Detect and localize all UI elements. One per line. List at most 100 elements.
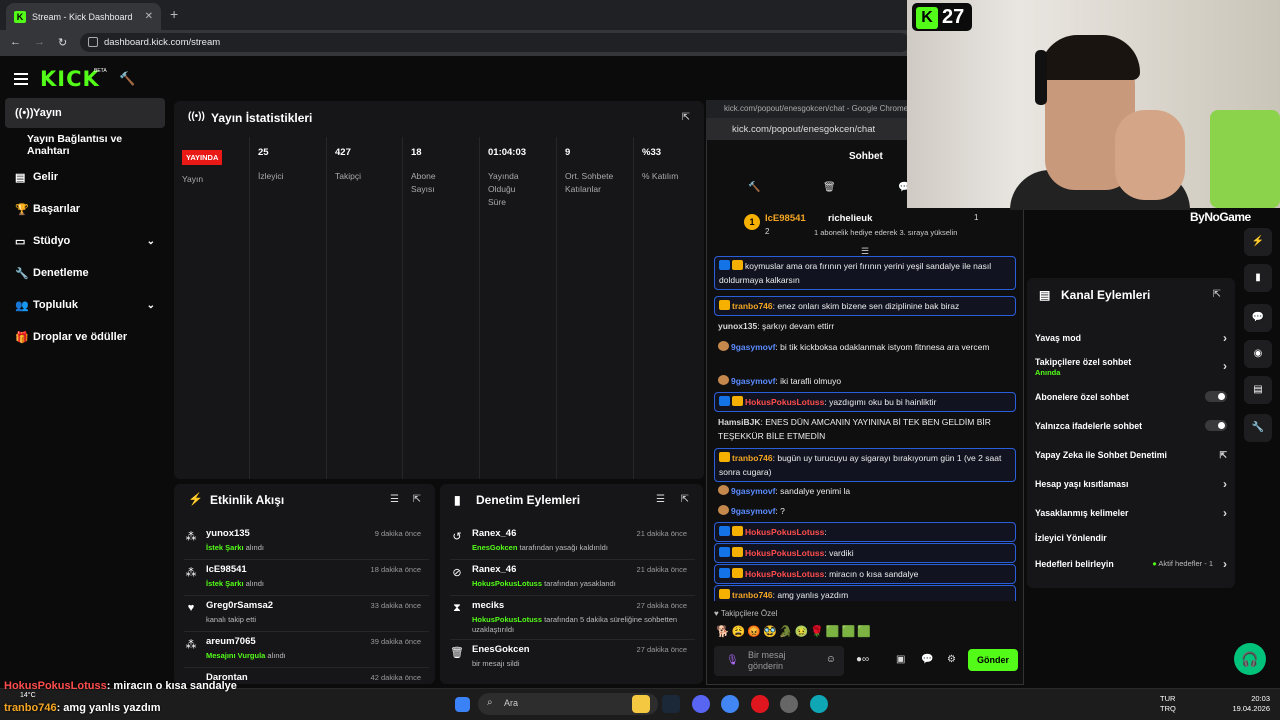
sidebar-item-topluluk[interactable]: 👥 Topluluk ⌄ <box>5 290 165 320</box>
discord-icon[interactable] <box>692 695 710 713</box>
layout-icon[interactable]: ▤ <box>1244 376 1272 404</box>
chat-icon[interactable]: 💬 <box>921 654 933 665</box>
emote-only-toggle[interactable] <box>1205 420 1227 431</box>
flash-icon[interactable]: ⚡ <box>1244 228 1272 256</box>
sidebar-item-studyo[interactable]: ▭ Stüdyo ⌄ <box>5 226 165 256</box>
mic-icon[interactable]: 🎙 <box>726 655 739 666</box>
chat-message[interactable]: HokusPokusLotuss: miracın o kısa sandaly… <box>714 564 1016 584</box>
mod-hammer-icon[interactable]: 🔨 <box>748 182 760 193</box>
chat-icon[interactable]: 💬 <box>1244 304 1272 332</box>
list-item[interactable]: ↺ Ranex_46 EnesGokcen tarafından yasağı … <box>450 524 695 559</box>
goals-row[interactable]: Hedefleri belirleyin ● Aktif hedefler - 1… <box>1035 557 1227 571</box>
emote-only-row[interactable]: Yalnızca ifadelerle sohbet <box>1035 420 1227 431</box>
banned-words-row[interactable]: Yasaklanmış kelimeler › <box>1035 506 1227 520</box>
browser-tab[interactable]: K Stream - Kick Dashboard ✕ <box>6 3 161 30</box>
sidebar-item-yayin[interactable]: ((•)) Yayın <box>5 98 165 128</box>
site-info-icon[interactable] <box>88 37 98 47</box>
reload-icon[interactable]: ↻ <box>58 36 67 49</box>
chat-message[interactable]: HokusPokusLotuss: <box>714 522 1016 542</box>
language-indicator[interactable]: TUR TRQ <box>1160 694 1176 714</box>
chat-username[interactable]: 9gasymovf <box>731 342 775 352</box>
tab-sohbet[interactable]: Sohbet <box>849 151 883 162</box>
broadcast-icon[interactable]: ◉ <box>1244 340 1272 368</box>
close-tab-icon[interactable]: ✕ <box>145 11 153 22</box>
chat-message[interactable]: HokusPokusLotuss: vardiki <box>714 543 1016 563</box>
sidebar-item-stream-key[interactable]: Yayın Bağlantısı ve Anahtarı <box>5 130 165 160</box>
sub-only-row[interactable]: Abonelere özel sohbet <box>1035 391 1227 402</box>
sub-only-toggle[interactable] <box>1205 391 1227 402</box>
expand-icon[interactable]: ⇱ <box>413 494 421 505</box>
slow-mode-row[interactable]: Yavaş mod › <box>1035 331 1227 345</box>
back-icon[interactable]: ← <box>10 36 21 48</box>
account-age-row[interactable]: Hesap yaşı kısıtlaması › <box>1035 477 1227 491</box>
steam-icon[interactable] <box>662 695 680 713</box>
file-explorer-icon[interactable] <box>632 695 650 713</box>
settings-dots-icon[interactable]: ●∞ <box>856 654 869 665</box>
sidebar-item-basarilar[interactable]: 🏆 Başarılar <box>5 194 165 224</box>
chat-message-input[interactable]: 🎙 Bir mesaj gönderin ☺ <box>714 646 844 676</box>
expand-icon[interactable]: ⇱ <box>681 494 689 505</box>
chat-username[interactable]: HokusPokusLotuss <box>745 397 824 407</box>
list-item[interactable]: ⁂ IcE98541 İstek Şarkı alındı 18 dakika … <box>184 560 429 595</box>
sidebar-item-denetleme[interactable]: 🔧 Denetleme <box>5 258 165 288</box>
chat-message[interactable]: koymuslar ama ora fırının yeri fırının y… <box>714 256 1016 290</box>
opera-gx-icon[interactable] <box>751 695 769 713</box>
tools-icon[interactable]: 🔨 <box>119 71 135 87</box>
gear-icon[interactable]: ⚙ <box>947 654 956 665</box>
sidebar-item-gelir[interactable]: ▤ Gelir <box>5 162 165 192</box>
chat-username[interactable]: 9gasymovf <box>731 506 775 516</box>
kick-logo[interactable]: KICK <box>40 67 100 91</box>
chat-message[interactable]: tranbo746: bugün uy turucuyu ay sigarayı… <box>714 448 1016 482</box>
send-button[interactable]: Gönder <box>968 649 1018 671</box>
chat-username[interactable]: HokusPokusLotuss <box>745 569 824 579</box>
leader-name[interactable]: IcE98541 <box>765 213 806 224</box>
document-icon[interactable]: ▮ <box>1244 264 1272 292</box>
trash-icon[interactable]: 🗑 <box>823 182 836 193</box>
expand-icon[interactable]: ⇱ <box>1213 289 1221 300</box>
weather-widget[interactable]: 14°C <box>20 692 36 699</box>
list-item[interactable]: ⁂ yunox135 İstek Şarkı alındı 9 dakika ö… <box>184 524 429 559</box>
taskbar-clock[interactable]: 20:03 19.04.2026 <box>1216 694 1270 714</box>
follower-only-row[interactable]: Takipçilere özel sohbet Anında › <box>1035 357 1227 377</box>
chat-username[interactable]: tranbo746 <box>732 590 773 600</box>
chat-username[interactable]: 9gasymovf <box>731 376 775 386</box>
chat-username[interactable]: tranbo746 <box>732 301 773 311</box>
expand-icon[interactable]: ⇱ <box>682 112 690 123</box>
app-icon[interactable] <box>780 695 798 713</box>
chat-username[interactable]: tranbo746 <box>732 453 773 463</box>
edge-icon[interactable] <box>810 695 828 713</box>
list-item[interactable]: ⊘ Ranex_46 HokusPokusLotuss tarafından y… <box>450 560 695 595</box>
chat-message[interactable]: 9gasymovf: ? <box>714 502 1016 520</box>
windows-start-icon[interactable] <box>455 697 470 712</box>
emoji-icon[interactable]: ☺ <box>826 654 836 665</box>
new-tab-icon[interactable]: + <box>170 6 178 22</box>
chat-message[interactable]: HokusPokusLotuss: yazdıgımı oku bu bi ha… <box>714 392 1016 412</box>
list-item[interactable]: ⁂ areum7065 Mesajını Vurgula alındı 39 d… <box>184 632 429 667</box>
leader-name-2[interactable]: richelieuk <box>828 213 872 224</box>
chat-username[interactable]: HokusPokusLotuss <box>745 527 824 537</box>
taskbar-search[interactable]: ⌕ Ara <box>478 693 658 715</box>
sidebar-item-droplar[interactable]: 🎁 Droplar ve ödüller <box>5 322 165 352</box>
ai-moderation-row[interactable]: Yapay Zeka ile Sohbet Denetimi ⇱ <box>1035 450 1227 460</box>
chat-message[interactable]: HamsiBJK: ENES DÜN AMCANIN YAYININA Bİ T… <box>714 413 1016 445</box>
forward-icon[interactable]: → <box>34 36 45 48</box>
url-input[interactable]: dashboard.kick.com/stream <box>80 33 910 52</box>
wrench-icon[interactable]: 🔧 <box>1244 414 1272 442</box>
chat-username[interactable]: HokusPokusLotuss <box>745 548 824 558</box>
chat-message[interactable]: tranbo746: amg yanlıs yazdım <box>714 585 1016 601</box>
filter-icon[interactable]: ☰ <box>390 494 399 505</box>
list-item[interactable]: ⧗ meciks HokusPokusLotuss tarafından 5 d… <box>450 596 695 640</box>
chat-username[interactable]: 9gasymovf <box>731 486 775 496</box>
filter-icon[interactable]: ☰ <box>656 494 665 505</box>
chrome-icon[interactable] <box>721 695 739 713</box>
chat-message[interactable]: tranbo746: enez onları skim bizene sen d… <box>714 296 1016 316</box>
list-item[interactable]: 🗑 EnesGokcen bir mesajı sildi 27 dakika … <box>450 640 695 675</box>
menu-icon[interactable] <box>14 73 28 88</box>
help-headset-icon[interactable]: 🎧 <box>1234 643 1266 675</box>
emote-bar[interactable]: 🐕😩😡🥸🐊🤢🌹🟩🟩🟩 <box>716 625 873 638</box>
raid-row[interactable]: İzleyici Yönlendir <box>1035 533 1227 543</box>
chat-username[interactable]: HamsiBJK <box>718 417 761 427</box>
chat-message[interactable]: 9gasymovf: iki tarafli olmuyo <box>714 372 1016 390</box>
chat-message[interactable]: yunox135: şarkıyı devam ettirr <box>714 317 1016 335</box>
chat-message[interactable]: 9gasymovf: bi tik kickboksa odaklanmak i… <box>714 338 1016 356</box>
